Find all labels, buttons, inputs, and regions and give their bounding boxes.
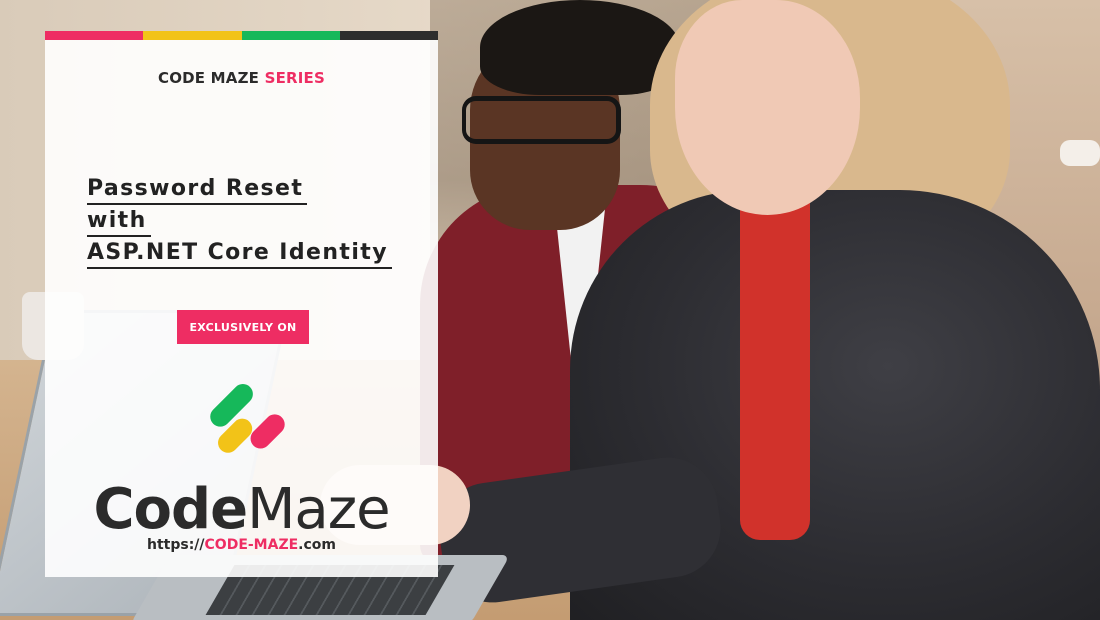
woman-face — [675, 0, 860, 215]
series-card: CODE MAZE SERIES Password Reset with ASP… — [45, 31, 438, 577]
stripe-segment-red — [45, 31, 144, 40]
logo-bar-red — [250, 414, 285, 449]
wordmark-part-maze: Maze — [247, 477, 390, 542]
man-glasses — [462, 96, 621, 144]
stripe-segment-dark — [339, 31, 438, 40]
series-suffix: SERIES — [264, 69, 325, 87]
title-line-text: ASP.NET Core Identity — [87, 239, 392, 269]
title-line: ASP.NET Core Identity — [87, 237, 427, 269]
title-line-text: Password Reset — [87, 175, 308, 205]
url-suffix: .com — [298, 537, 336, 553]
stripe-segment-green — [241, 31, 340, 40]
url-brand: CODE-MAZE — [204, 537, 299, 553]
title-line: with — [87, 205, 427, 237]
background-lamp — [1060, 140, 1100, 166]
code-maze-logo-icon — [210, 384, 285, 453]
series-label: CODE MAZE SERIES — [45, 69, 438, 87]
banner: CODE MAZE SERIES Password Reset with ASP… — [0, 0, 1100, 620]
woman-red-top — [740, 170, 810, 540]
site-url[interactable]: https://CODE-MAZE.com — [45, 537, 438, 553]
color-stripe — [45, 31, 438, 40]
url-prefix: https:// — [146, 537, 205, 553]
wordmark-part-code: Code — [93, 477, 248, 542]
title-line: Password Reset — [87, 173, 427, 205]
exclusively-on-badge: EXCLUSIVELY ON — [177, 310, 309, 344]
series-prefix: CODE MAZE — [157, 69, 260, 87]
article-title: Password Reset with ASP.NET Core Identit… — [87, 173, 427, 269]
code-maze-wordmark: CodeMaze — [45, 475, 438, 545]
title-line-text: with — [87, 207, 151, 237]
man-hair — [480, 0, 680, 95]
stripe-segment-yellow — [143, 31, 242, 40]
